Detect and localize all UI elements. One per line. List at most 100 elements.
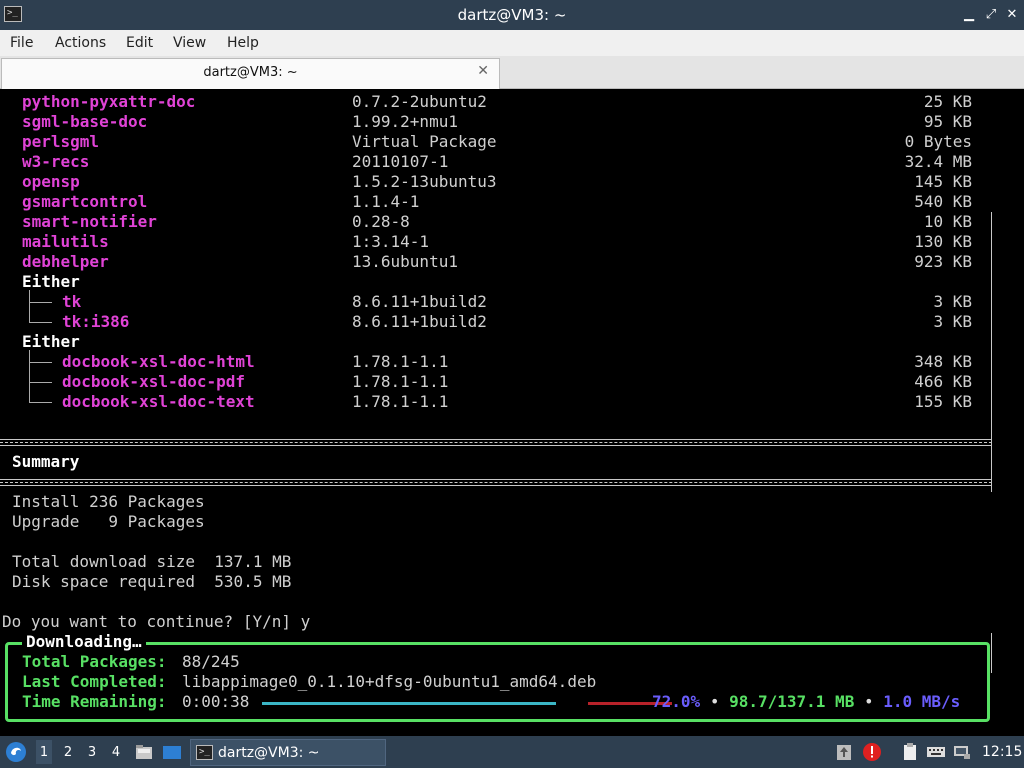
package-size: 3 KB (933, 312, 972, 331)
downloaded-amount: 98.7/137.1 MB (729, 692, 855, 711)
tree-branch (29, 290, 52, 312)
workspace-3[interactable]: 3 (84, 745, 100, 760)
package-row: sgml-base-doc (22, 112, 147, 132)
package-row: python-pyxattr-doc (22, 92, 195, 112)
clipboard-icon[interactable] (900, 742, 920, 762)
workspace-4[interactable]: 4 (108, 745, 124, 760)
bullet-separator: • (863, 692, 874, 711)
menubar: File Actions Edit View Help (0, 30, 1024, 56)
tab-label: dartz@VM3: ~ (203, 65, 298, 80)
package-size: 10 KB (923, 212, 972, 231)
package-row: mailutils (22, 232, 109, 252)
workspace-2[interactable]: 2 (60, 745, 76, 760)
package-version: 0.28-8 (352, 212, 410, 231)
package-name: docbook-xsl-doc-pdf (62, 372, 246, 391)
tab-terminal[interactable]: dartz@VM3: ~ ✕ (1, 58, 500, 89)
summary-install: Install 236 Packages (12, 492, 205, 511)
package-version: 8.6.11+1build2 (352, 292, 487, 311)
package-name: sgml-base-doc (22, 112, 148, 131)
download-rate: 1.0 MB/s (883, 692, 961, 711)
window-title: dartz@VM3: ~ (457, 6, 567, 24)
time-remaining-value: 0:00:38 (182, 692, 250, 711)
package-name: python-pyxattr-doc (22, 92, 196, 111)
summary-disk-space: Disk space required 530.5 MB (12, 572, 292, 591)
package-version: 1.78.1-1.1 (352, 352, 449, 371)
package-row: gsmartcontrol (22, 192, 147, 212)
file-manager-icon[interactable] (134, 742, 154, 762)
package-version: 13.6ubuntu1 (352, 252, 458, 271)
keyboard-icon[interactable] (926, 742, 946, 762)
package-row: w3-recs (22, 152, 89, 172)
task-label: dartz@VM3: ~ (218, 745, 320, 761)
package-version: 1.78.1-1.1 (352, 372, 449, 391)
package-name: debhelper (22, 252, 109, 271)
package-name: mailutils (22, 232, 109, 251)
package-version: 1.78.1-1.1 (352, 392, 449, 411)
progress-stats: 72.0% • 98.7/137.1 MB • 1.0 MB/s (652, 692, 960, 712)
package-row: tk (62, 292, 81, 312)
package-name: opensp (22, 172, 80, 191)
window-titlebar[interactable]: >_ dartz@VM3: ~ ▁ ⤢ ✕ (0, 0, 1024, 30)
package-size: 32.4 MB (904, 152, 972, 171)
menu-help[interactable]: Help (227, 35, 259, 51)
terminal-task-icon: >_ (196, 745, 213, 760)
package-size: 466 KB (914, 372, 972, 391)
taskbar: 1 2 3 4 >_ dartz@VM3: ~ 12:15 (0, 736, 1024, 768)
update-notifier-icon[interactable] (834, 742, 854, 762)
package-size: 0 Bytes (904, 132, 972, 151)
package-version: Virtual Package (352, 132, 497, 151)
task-terminal[interactable]: >_ dartz@VM3: ~ (190, 739, 386, 766)
package-version: 20110107-1 (352, 152, 449, 171)
minimize-button[interactable]: ▁ (960, 6, 978, 24)
menu-file[interactable]: File (10, 35, 33, 51)
bullet-separator: • (709, 692, 720, 711)
tree-branch-end (29, 392, 52, 412)
network-icon[interactable] (952, 742, 972, 762)
maximize-button[interactable]: ⤢ (982, 6, 1000, 24)
package-row: perlsgml (22, 132, 99, 152)
menu-edit[interactable]: Edit (126, 35, 153, 51)
package-name: tk (62, 292, 82, 311)
summary-heading: Summary (12, 452, 80, 471)
package-row: tk:i386 (62, 312, 129, 332)
tab-close-icon[interactable]: ✕ (477, 63, 489, 79)
package-version: 1:3.14-1 (352, 232, 430, 251)
either-heading: Either (22, 332, 80, 351)
separator-line (0, 439, 992, 446)
package-size: 130 KB (914, 232, 972, 251)
tree-branch (29, 372, 52, 392)
menu-view[interactable]: View (173, 35, 206, 51)
close-window-button[interactable]: ✕ (1003, 6, 1021, 24)
package-version: 1.5.2-13ubuntu3 (352, 172, 497, 191)
package-row: smart-notifier (22, 212, 157, 232)
package-version: 1.1.4-1 (352, 192, 420, 211)
package-size: 155 KB (914, 392, 972, 411)
package-name: perlsgml (22, 132, 100, 151)
package-size: 145 KB (914, 172, 972, 191)
workspace-1[interactable]: 1 (36, 740, 52, 764)
package-size: 3 KB (933, 292, 972, 311)
either-heading: Either (22, 272, 80, 291)
right-border-line-lower (991, 633, 992, 673)
alert-icon[interactable] (862, 742, 882, 762)
tree-branch-end (29, 312, 52, 332)
continue-prompt: Do you want to continue? [Y/n] y (2, 612, 311, 631)
package-size: 95 KB (923, 112, 972, 131)
package-name: w3-recs (22, 152, 90, 171)
package-version: 1.99.2+nmu1 (352, 112, 458, 131)
terminal-output[interactable]: python-pyxattr-doc 0.7.2-2ubuntu2 25 KB … (0, 90, 1024, 736)
package-name: docbook-xsl-doc-text (62, 392, 255, 411)
start-menu-icon[interactable] (5, 741, 27, 763)
package-version: 0.7.2-2ubuntu2 (352, 92, 487, 111)
menu-actions[interactable]: Actions (55, 35, 106, 51)
package-row: docbook-xsl-doc-text (62, 392, 255, 412)
package-name: tk:i386 (62, 312, 130, 331)
package-row: docbook-xsl-doc-html (62, 352, 255, 372)
package-name: gsmartcontrol (22, 192, 148, 211)
package-name: smart-notifier (22, 212, 157, 231)
clock[interactable]: 12:15 (982, 744, 1022, 760)
show-desktop-icon[interactable] (162, 742, 182, 762)
total-packages-label: Total Packages: (22, 652, 167, 671)
time-remaining-label: Time Remaining: (22, 692, 167, 711)
tree-branch (29, 350, 52, 372)
